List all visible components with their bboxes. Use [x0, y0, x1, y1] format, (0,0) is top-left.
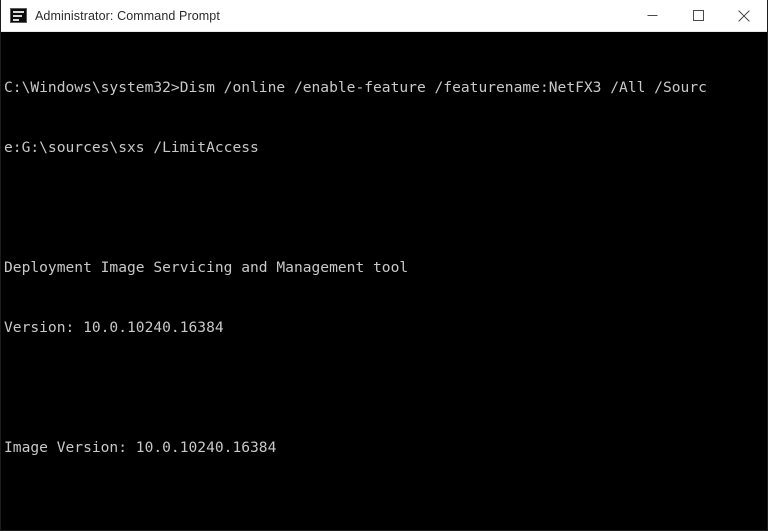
maximize-button[interactable]	[675, 0, 721, 32]
close-icon	[738, 9, 750, 22]
console-window-icon	[10, 8, 27, 23]
console-line-blank	[4, 378, 767, 398]
console-line: Image Version: 10.0.10240.16384	[4, 439, 277, 456]
console-output-area[interactable]: C:\Windows\system32>Dism /online /enable…	[1, 32, 767, 530]
console-text-buffer: C:\Windows\system32>Dism /online /enable…	[4, 38, 767, 530]
minimize-button[interactable]	[629, 0, 675, 32]
console-line: Deployment Image Servicing and Managemen…	[4, 259, 409, 276]
close-button[interactable]	[721, 0, 767, 32]
window-controls	[629, 0, 767, 32]
command-prompt-window: Administrator: Command Prompt C:\Windows…	[0, 0, 768, 531]
console-line: e:G:\sources\sxs /LimitAccess	[4, 139, 259, 156]
console-line: Version: 10.0.10240.16384	[4, 319, 224, 336]
console-line-blank	[4, 198, 767, 218]
console-line-blank	[4, 498, 767, 518]
title-bar[interactable]: Administrator: Command Prompt	[1, 0, 767, 32]
maximize-icon	[692, 10, 704, 21]
minimize-icon	[647, 15, 657, 16]
console-line: C:\Windows\system32>Dism /online /enable…	[4, 79, 707, 96]
window-title: Administrator: Command Prompt	[35, 8, 220, 23]
